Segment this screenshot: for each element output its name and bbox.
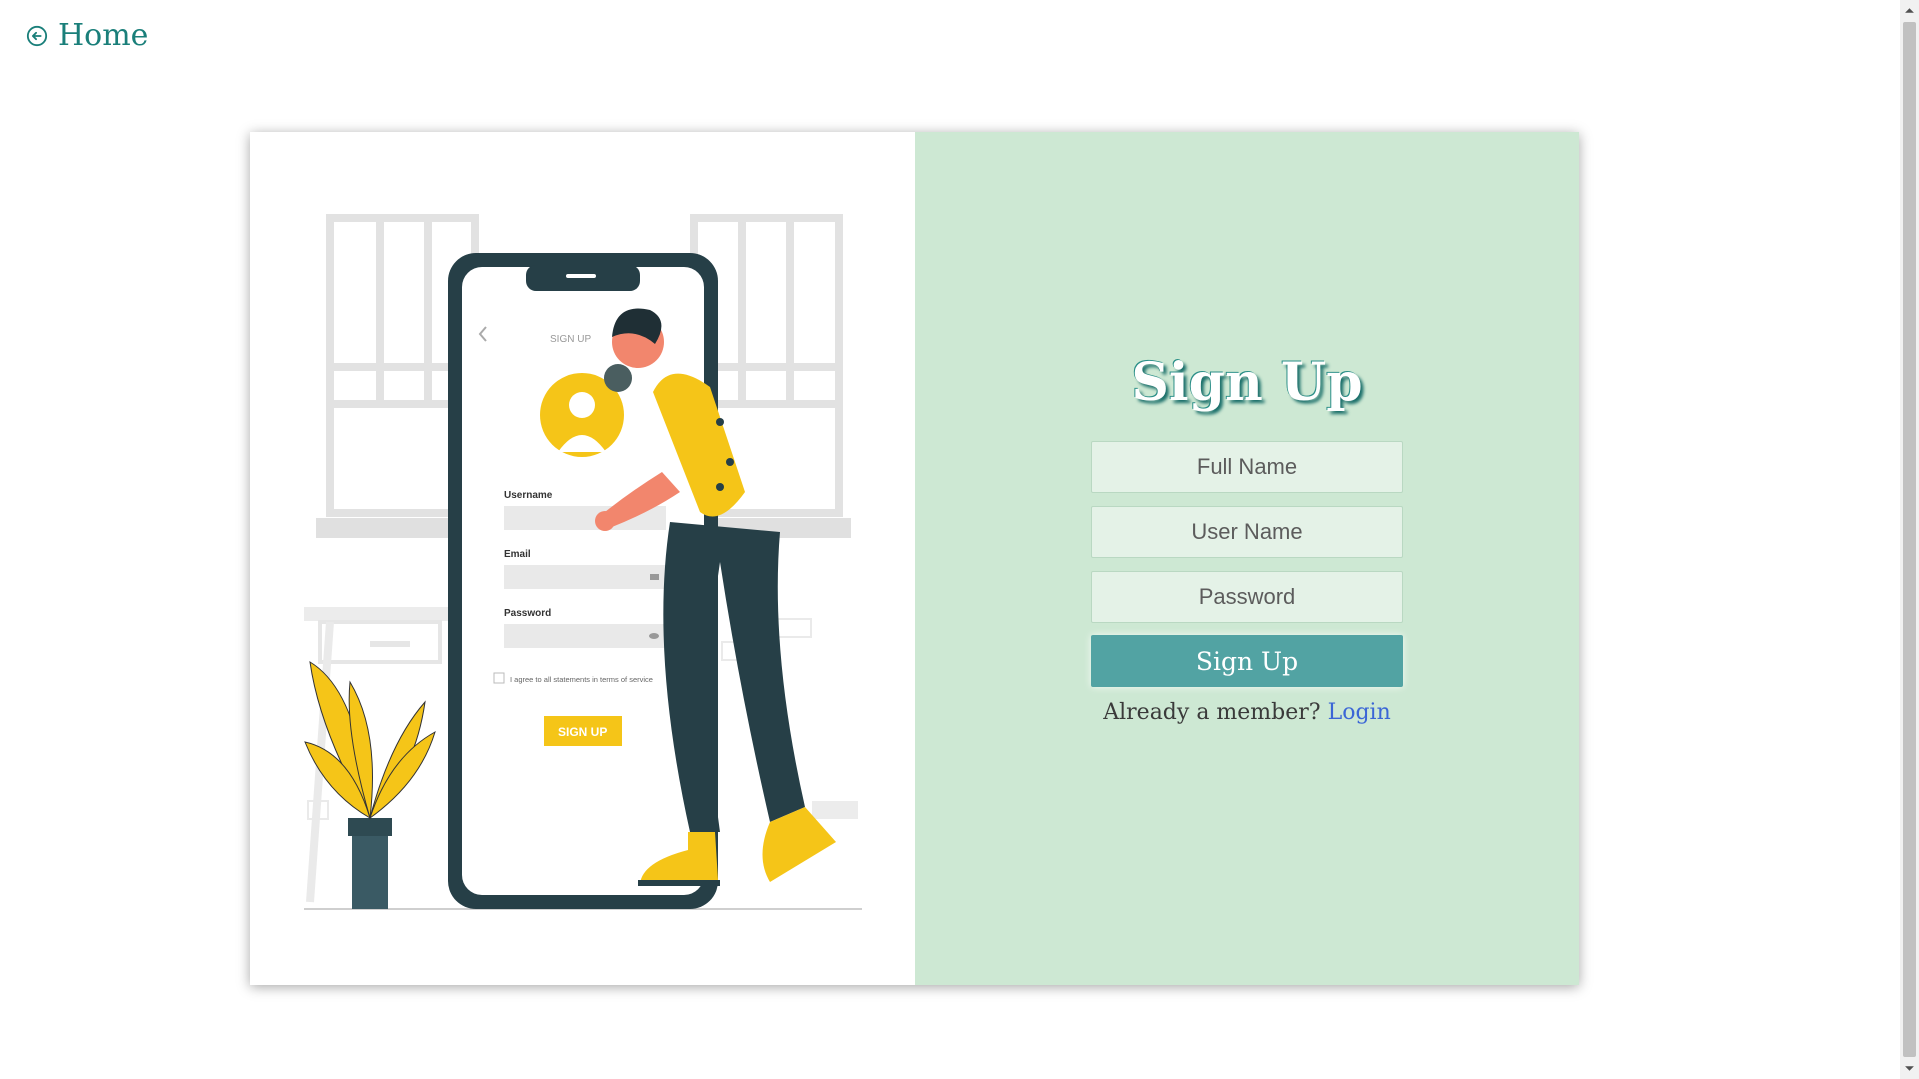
arrow-left-circle-icon bbox=[26, 25, 48, 46]
scroll-up-icon[interactable] bbox=[1904, 5, 1915, 16]
scroll-down-icon[interactable] bbox=[1904, 1063, 1915, 1074]
login-link[interactable]: Login bbox=[1328, 700, 1391, 725]
home-label: Home bbox=[58, 18, 149, 53]
form-pane: Sign Up Sign Up Already a member? Login bbox=[915, 132, 1579, 985]
page-scrollbar[interactable] bbox=[1900, 0, 1919, 1079]
sign-up-button[interactable]: Sign Up bbox=[1091, 635, 1403, 687]
illustration-pane: SIGN UP Username Email Password I agree … bbox=[250, 132, 915, 985]
phone-signup-button: SIGN UP bbox=[558, 725, 607, 739]
phone-email-label: Email bbox=[504, 549, 531, 560]
scroll-thumb[interactable] bbox=[1903, 22, 1916, 1057]
user-name-input[interactable] bbox=[1091, 506, 1403, 558]
member-text: Already a member? bbox=[1103, 700, 1321, 725]
phone-title: SIGN UP bbox=[550, 334, 591, 345]
phone-password-label: Password bbox=[504, 608, 551, 619]
signup-illustration: SIGN UP Username Email Password I agree … bbox=[304, 214, 862, 910]
phone-terms-text: I agree to all statements in terms of se… bbox=[510, 675, 653, 684]
home-link[interactable]: Home bbox=[26, 18, 148, 53]
member-prompt: Already a member? Login bbox=[915, 700, 1579, 725]
password-input[interactable] bbox=[1091, 571, 1403, 623]
form-title: Sign Up bbox=[1131, 352, 1363, 413]
signup-card: SIGN UP Username Email Password I agree … bbox=[250, 132, 1579, 985]
phone-username-label: Username bbox=[504, 490, 553, 501]
full-name-input[interactable] bbox=[1091, 441, 1403, 493]
